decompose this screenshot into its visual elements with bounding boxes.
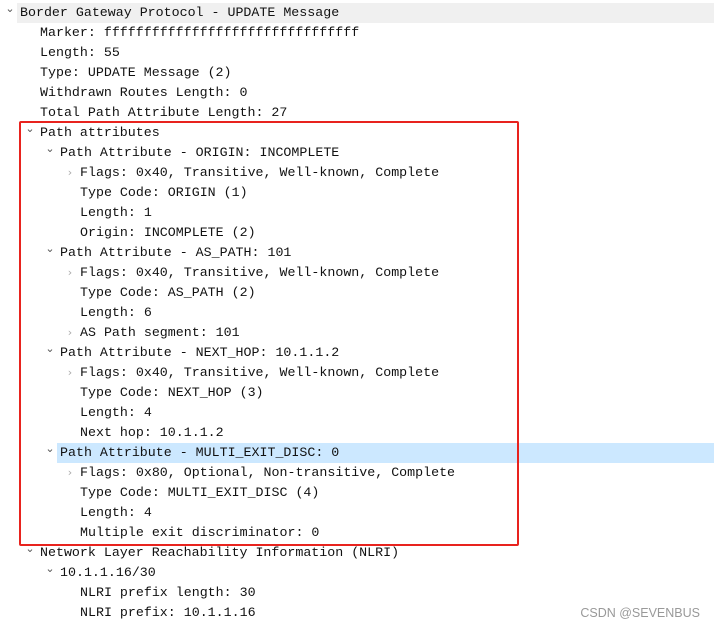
- tree-row-label: Length: 55: [40, 45, 120, 60]
- chevron-down-icon[interactable]: ⌄: [45, 559, 55, 579]
- tree-row[interactable]: Length: 55: [0, 43, 714, 63]
- tree-row-label: 10.1.1.16/30: [60, 565, 156, 580]
- tree-row-label: NLRI prefix length: 30: [80, 585, 256, 600]
- tree-row[interactable]: Marker: ffffffffffffffffffffffffffffffff: [0, 23, 714, 43]
- tree-row-label: Withdrawn Routes Length: 0: [40, 85, 248, 100]
- tree-row-label: Border Gateway Protocol - UPDATE Message: [20, 5, 340, 20]
- tree-row[interactable]: ⌄ Network Layer Reachability Information …: [0, 542, 714, 563]
- chevron-down-icon[interactable]: ⌄: [5, 0, 15, 19]
- tree-row[interactable]: Withdrawn Routes Length: 0: [0, 83, 714, 103]
- tree-row[interactable]: ⌄ Border Gateway Protocol - UPDATE Messag…: [0, 0, 714, 23]
- tree-row-label: Marker: ffffffffffffffffffffffffffffffff: [40, 25, 360, 40]
- tree-row[interactable]: Type: UPDATE Message (2): [0, 63, 714, 83]
- tree-row-label: Network Layer Reachability Information (…: [40, 545, 400, 560]
- tree-row-label: NLRI prefix: 10.1.1.16: [80, 605, 256, 620]
- tree-row-label: Total Path Attribute Length: 27: [40, 105, 288, 120]
- highlight-box: [19, 121, 519, 546]
- tree-row[interactable]: NLRI prefix length: 30: [0, 583, 714, 603]
- watermark: CSDN @SEVENBUS: [580, 606, 700, 620]
- tree-row[interactable]: ⌄ 10.1.1.16/30: [0, 562, 714, 583]
- tree-row[interactable]: Total Path Attribute Length: 27: [0, 103, 714, 123]
- tree-row-label: Type: UPDATE Message (2): [40, 65, 232, 80]
